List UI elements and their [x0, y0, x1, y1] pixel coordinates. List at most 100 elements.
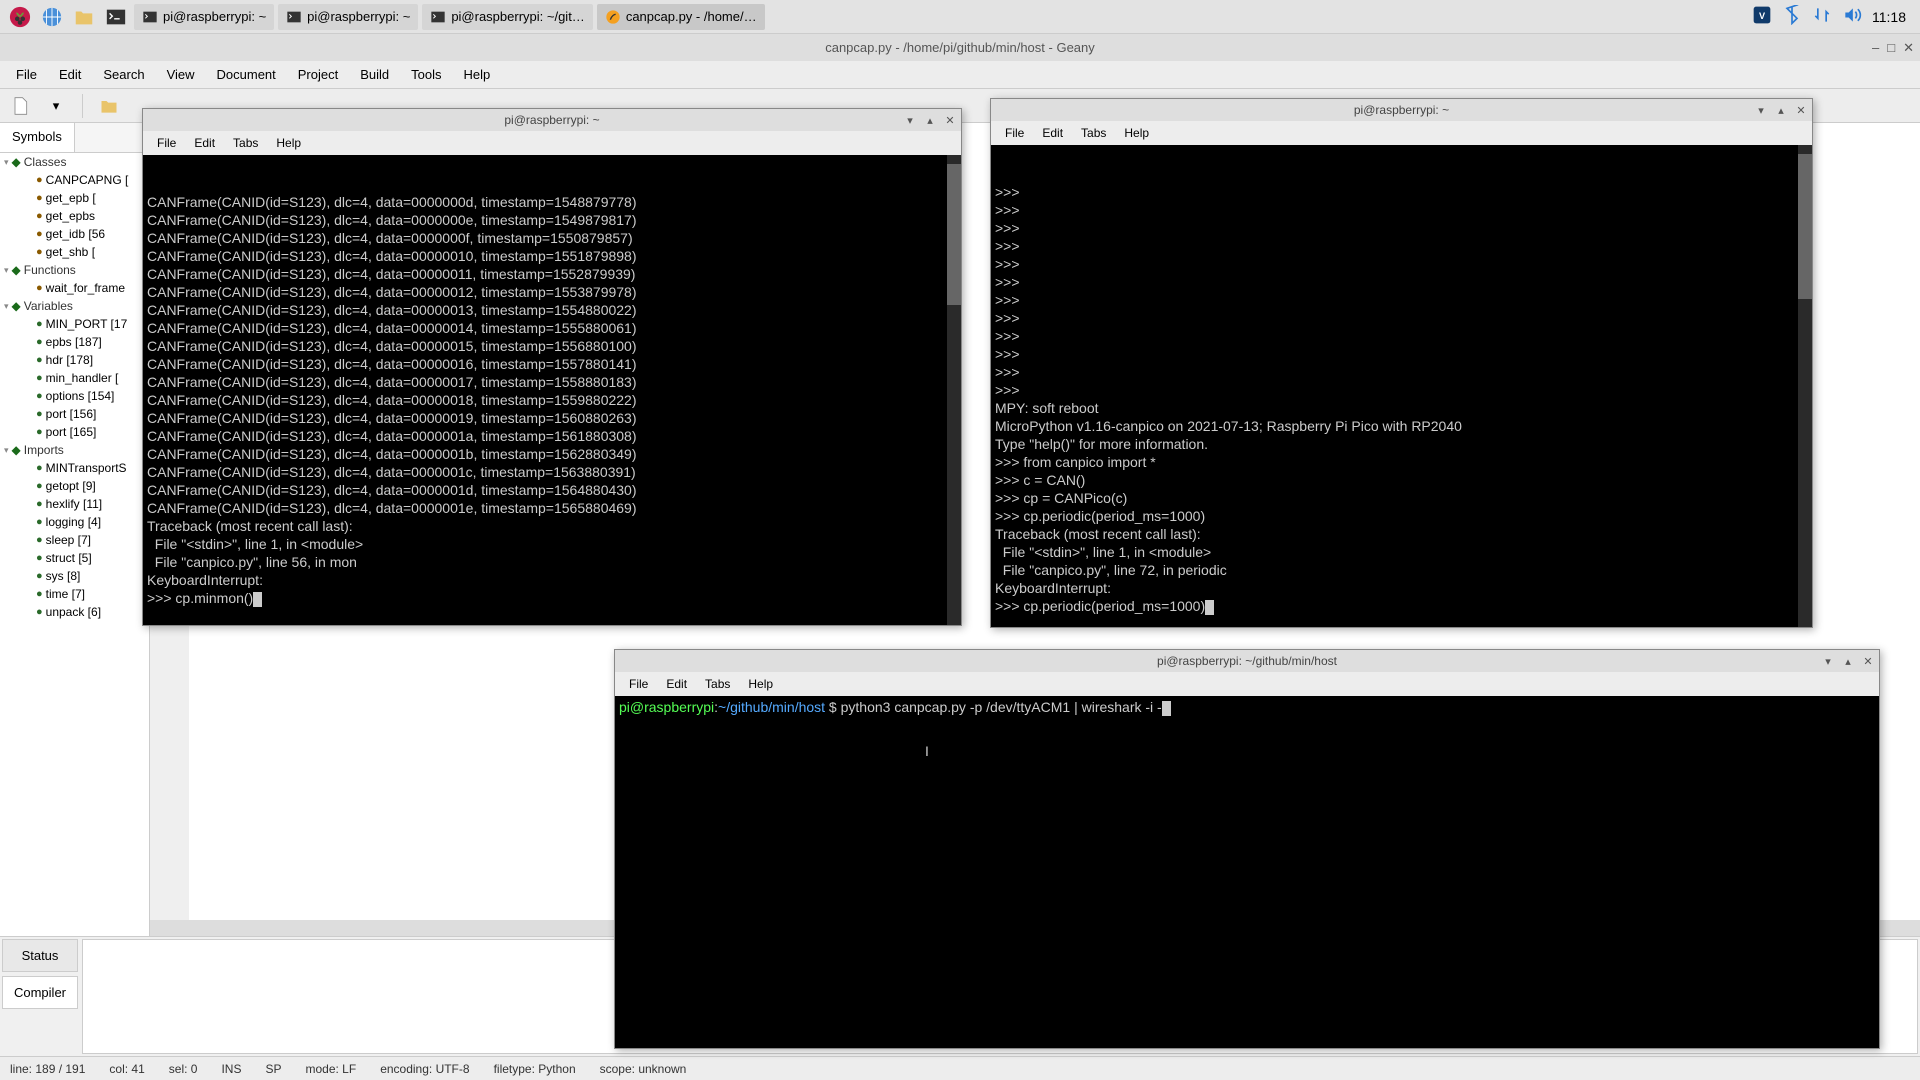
term-output[interactable]: CANFrame(CANID(id=S123), dlc=4, data=000…: [143, 155, 961, 625]
terminal-right[interactable]: pi@raspberrypi: ~ ▾ ▴ ✕ FileEditTabsHelp…: [990, 98, 1813, 628]
menu-help[interactable]: Help: [1116, 123, 1157, 143]
close-icon[interactable]: ✕: [1794, 104, 1808, 117]
tree-item[interactable]: ● CANPCAPNG [: [0, 171, 149, 189]
tree-item[interactable]: ● get_epbs: [0, 207, 149, 225]
tree-item[interactable]: ● port [165]: [0, 423, 149, 441]
task-item-term1[interactable]: pi@raspberrypi: ~: [134, 4, 274, 30]
open-file-icon[interactable]: [95, 92, 123, 120]
menu-help[interactable]: Help: [740, 674, 781, 694]
menu-project[interactable]: Project: [288, 63, 348, 86]
bluetooth-icon[interactable]: [1782, 5, 1802, 28]
task-item-term3[interactable]: pi@raspberrypi: ~/git…: [422, 4, 593, 30]
tree-item[interactable]: ● port [156]: [0, 405, 149, 423]
menu-view[interactable]: View: [157, 63, 205, 86]
statusbar: line: 189 / 191 col: 41 sel: 0 INS SP mo…: [0, 1056, 1920, 1080]
close-icon[interactable]: ✕: [1861, 655, 1875, 668]
tree-section[interactable]: ▾ ◆ Imports: [0, 441, 149, 459]
minimize-icon[interactable]: –: [1872, 40, 1879, 56]
term-titlebar[interactable]: pi@raspberrypi: ~/github/min/host ▾ ▴ ✕: [615, 650, 1879, 672]
tree-item[interactable]: ● options [154]: [0, 387, 149, 405]
menu-document[interactable]: Document: [207, 63, 286, 86]
terminal-left[interactable]: pi@raspberrypi: ~ ▾ ▴ ✕ FileEditTabsHelp…: [142, 108, 962, 626]
tab-compiler[interactable]: Compiler: [2, 976, 78, 1009]
terminal-scrollbar[interactable]: [1798, 145, 1812, 627]
tree-section[interactable]: ▾ ◆ Variables: [0, 297, 149, 315]
term-output[interactable]: >>> >>> >>> >>> >>> >>> >>> >>> >>> >>> …: [991, 145, 1812, 627]
task-item-term2[interactable]: pi@raspberrypi: ~: [278, 4, 418, 30]
menu-help[interactable]: Help: [268, 133, 309, 153]
tree-section[interactable]: ▾ ◆ Classes: [0, 153, 149, 171]
terminal-launcher-icon[interactable]: [102, 3, 130, 31]
minimize-icon[interactable]: ▾: [903, 114, 917, 127]
status-line: line: 189 / 191: [10, 1062, 85, 1076]
menu-edit[interactable]: Edit: [49, 63, 91, 86]
status-ins: INS: [221, 1062, 241, 1076]
tree-item[interactable]: ● get_shb [: [0, 243, 149, 261]
tree-item[interactable]: ● sys [8]: [0, 567, 149, 585]
vnc-icon[interactable]: V: [1752, 5, 1772, 28]
close-icon[interactable]: ✕: [1903, 40, 1914, 56]
menu-build[interactable]: Build: [350, 63, 399, 86]
tree-item[interactable]: ● wait_for_frame: [0, 279, 149, 297]
geany-title-text: canpcap.py - /home/pi/github/min/host - …: [825, 40, 1095, 55]
minimize-icon[interactable]: ▾: [1754, 104, 1768, 117]
maximize-icon[interactable]: ▴: [923, 114, 937, 127]
terminal-scrollbar[interactable]: [947, 155, 961, 625]
close-icon[interactable]: ✕: [943, 114, 957, 127]
tree-item[interactable]: ● min_handler [: [0, 369, 149, 387]
tree-item[interactable]: ● time [7]: [0, 585, 149, 603]
geany-menubar: FileEditSearchViewDocumentProjectBuildTo…: [0, 61, 1920, 89]
menu-edit[interactable]: Edit: [186, 133, 223, 153]
tree-item[interactable]: ● MINTransportS: [0, 459, 149, 477]
menu-icon[interactable]: [6, 3, 34, 31]
term-output[interactable]: pi@raspberrypi:~/github/min/host $ pytho…: [615, 696, 1879, 1048]
term-titlebar[interactable]: pi@raspberrypi: ~ ▾ ▴ ✕: [991, 99, 1812, 121]
web-icon[interactable]: [38, 3, 66, 31]
term-title-text: pi@raspberrypi: ~/github/min/host: [1157, 654, 1337, 668]
dropdown-icon[interactable]: ▾: [42, 92, 70, 120]
menu-help[interactable]: Help: [454, 63, 501, 86]
tree-item[interactable]: ● hexlify [11]: [0, 495, 149, 513]
minimize-icon[interactable]: ▾: [1821, 655, 1835, 668]
menu-file[interactable]: File: [149, 133, 184, 153]
tree-item[interactable]: ● get_idb [56: [0, 225, 149, 243]
tree-item[interactable]: ● hdr [178]: [0, 351, 149, 369]
network-icon[interactable]: [1812, 5, 1832, 28]
menu-search[interactable]: Search: [93, 63, 154, 86]
task-item-geany[interactable]: canpcap.py - /home/…: [597, 4, 765, 30]
menu-tools[interactable]: Tools: [401, 63, 451, 86]
menu-file[interactable]: File: [6, 63, 47, 86]
tab-status[interactable]: Status: [2, 939, 78, 972]
menu-edit[interactable]: Edit: [1034, 123, 1071, 143]
menu-tabs[interactable]: Tabs: [225, 133, 266, 153]
tree-item[interactable]: ● epbs [187]: [0, 333, 149, 351]
maximize-icon[interactable]: ▴: [1841, 655, 1855, 668]
maximize-icon[interactable]: ▴: [1774, 104, 1788, 117]
menu-edit[interactable]: Edit: [658, 674, 695, 694]
clock[interactable]: 11:18: [1872, 9, 1906, 25]
symbol-tree[interactable]: ▾ ◆ Classes● CANPCAPNG [● get_epb [● get…: [0, 153, 149, 936]
sidebar-tab-symbols[interactable]: Symbols: [0, 123, 75, 152]
new-file-icon[interactable]: [6, 92, 34, 120]
tree-item[interactable]: ● unpack [6]: [0, 603, 149, 621]
menu-tabs[interactable]: Tabs: [1073, 123, 1114, 143]
term-menubar: FileEditTabsHelp: [615, 672, 1879, 696]
term-titlebar[interactable]: pi@raspberrypi: ~ ▾ ▴ ✕: [143, 109, 961, 131]
tree-item[interactable]: ● getopt [9]: [0, 477, 149, 495]
geany-titlebar[interactable]: canpcap.py - /home/pi/github/min/host - …: [0, 34, 1920, 61]
tree-item[interactable]: ● sleep [7]: [0, 531, 149, 549]
tree-section[interactable]: ▾ ◆ Functions: [0, 261, 149, 279]
volume-icon[interactable]: [1842, 5, 1862, 28]
term-menubar: FileEditTabsHelp: [991, 121, 1812, 145]
task-label: canpcap.py - /home/…: [626, 9, 757, 24]
tree-item[interactable]: ● logging [4]: [0, 513, 149, 531]
menu-file[interactable]: File: [997, 123, 1032, 143]
maximize-icon[interactable]: □: [1887, 40, 1895, 56]
tree-item[interactable]: ● get_epb [: [0, 189, 149, 207]
terminal-bottom[interactable]: pi@raspberrypi: ~/github/min/host ▾ ▴ ✕ …: [614, 649, 1880, 1049]
menu-file[interactable]: File: [621, 674, 656, 694]
tree-item[interactable]: ● MIN_PORT [17: [0, 315, 149, 333]
tree-item[interactable]: ● struct [5]: [0, 549, 149, 567]
files-icon[interactable]: [70, 3, 98, 31]
menu-tabs[interactable]: Tabs: [697, 674, 738, 694]
